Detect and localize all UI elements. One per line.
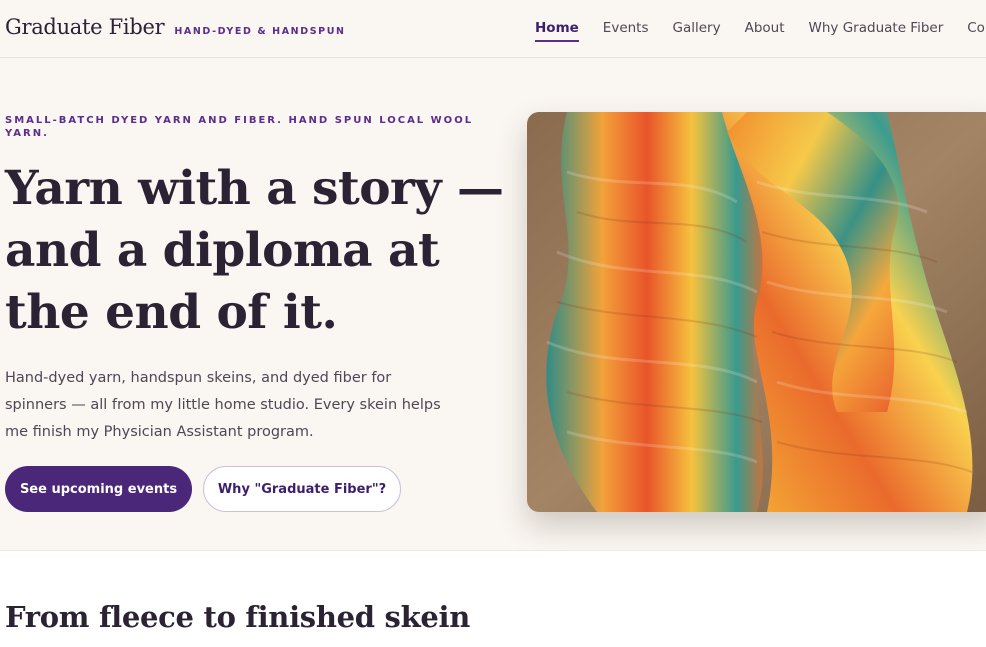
site-header: Graduate Fiber HAND-DYED & HANDSPUN Home… <box>0 0 986 58</box>
why-graduate-fiber-button[interactable]: Why "Graduate Fiber"? <box>203 466 401 512</box>
brand-name[interactable]: Graduate Fiber <box>5 15 165 39</box>
main-nav: Home Events Gallery About Why Graduate F… <box>535 20 986 42</box>
nav-item-contact[interactable]: Contact <box>967 20 986 42</box>
see-upcoming-events-button[interactable]: See upcoming events <box>5 466 192 512</box>
nav-item-home[interactable]: Home <box>535 20 579 42</box>
brand[interactable]: Graduate Fiber HAND-DYED & HANDSPUN <box>5 15 346 39</box>
nav-item-why-graduate-fiber[interactable]: Why Graduate Fiber <box>809 20 944 42</box>
nav-item-about[interactable]: About <box>745 20 785 42</box>
section-title: From fleece to finished skein <box>5 600 471 634</box>
hero-eyebrow: Small-batch dyed yarn and fiber. Hand sp… <box>5 115 474 139</box>
brand-tagline: HAND-DYED & HANDSPUN <box>174 26 346 37</box>
nav-item-gallery[interactable]: Gallery <box>673 20 721 42</box>
nav-item-events[interactable]: Events <box>603 20 649 42</box>
hero-title: Yarn with a story — and a diploma at the… <box>5 161 504 340</box>
yarn-skeins-photo <box>527 112 986 512</box>
hero-text: Hand-dyed yarn, handspun skeins, and dye… <box>5 370 441 440</box>
